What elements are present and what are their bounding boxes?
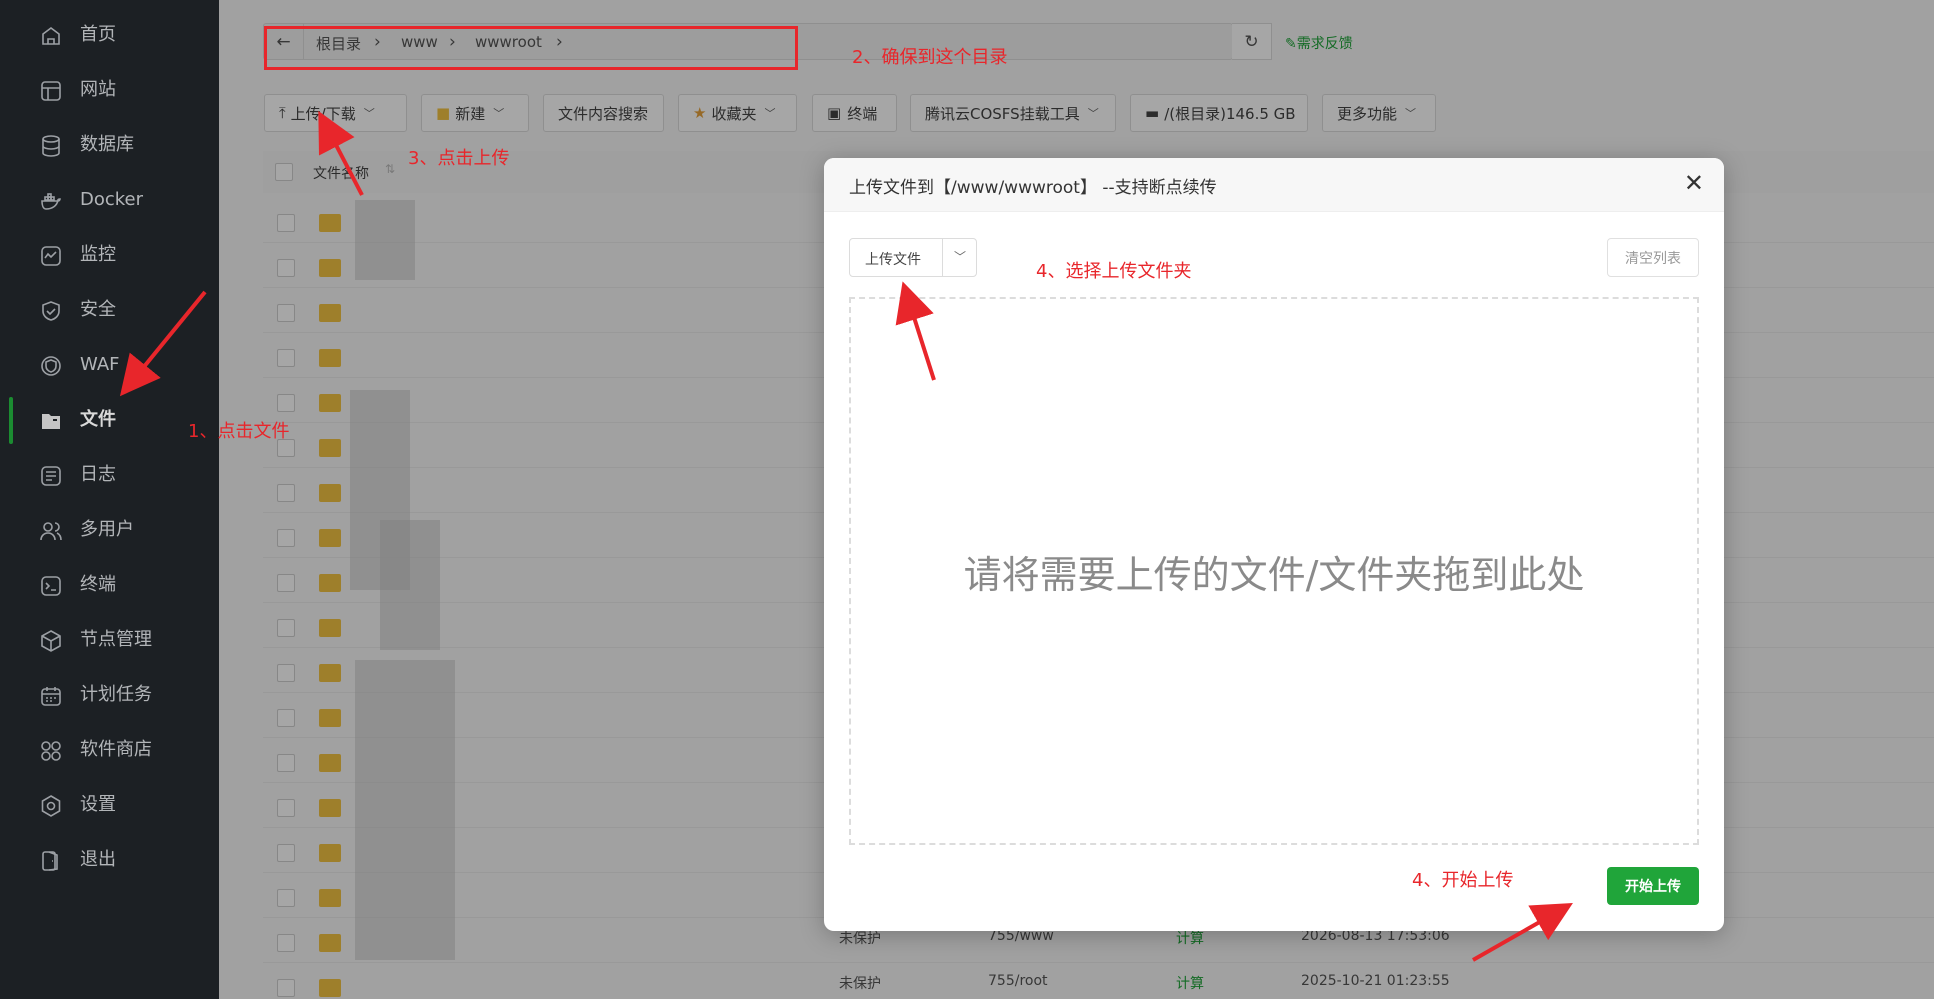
close-icon[interactable]: ✕ <box>1684 171 1704 195</box>
clear-list-button[interactable]: 清空列表 <box>1607 238 1699 277</box>
sidebar-backdrop <box>0 0 219 999</box>
drop-hint: 请将需要上传的文件/文件夹拖到此处 <box>963 552 1585 597</box>
chevron-down-icon[interactable]: ﹀ <box>954 248 966 265</box>
divider <box>942 239 943 276</box>
annotation-label: 3、点击上传 <box>408 148 510 169</box>
dialog-header: 上传文件到【/www/wwwroot】 --支持断点续传 ✕ <box>824 158 1724 212</box>
annotation-label: 4、开始上传 <box>1412 870 1514 891</box>
annotation-box <box>264 26 798 70</box>
annotation-label: 2、确保到这个目录 <box>852 47 1008 68</box>
annotation-label: 1、点击文件 <box>188 421 290 442</box>
dialog-title: 上传文件到【/www/wwwroot】 --支持断点续传 <box>849 178 1217 198</box>
annotation-label: 4、选择上传文件夹 <box>1036 261 1192 282</box>
upload-file-label[interactable]: 上传文件 <box>865 249 921 269</box>
drop-zone[interactable]: 请将需要上传的文件/文件夹拖到此处 <box>849 297 1699 845</box>
start-upload-button[interactable]: 开始上传 <box>1607 867 1699 905</box>
upload-dialog: 上传文件到【/www/wwwroot】 --支持断点续传 ✕ 上传文件 ﹀ 清空… <box>824 158 1724 931</box>
upload-file-button[interactable]: 上传文件 ﹀ <box>849 238 977 277</box>
